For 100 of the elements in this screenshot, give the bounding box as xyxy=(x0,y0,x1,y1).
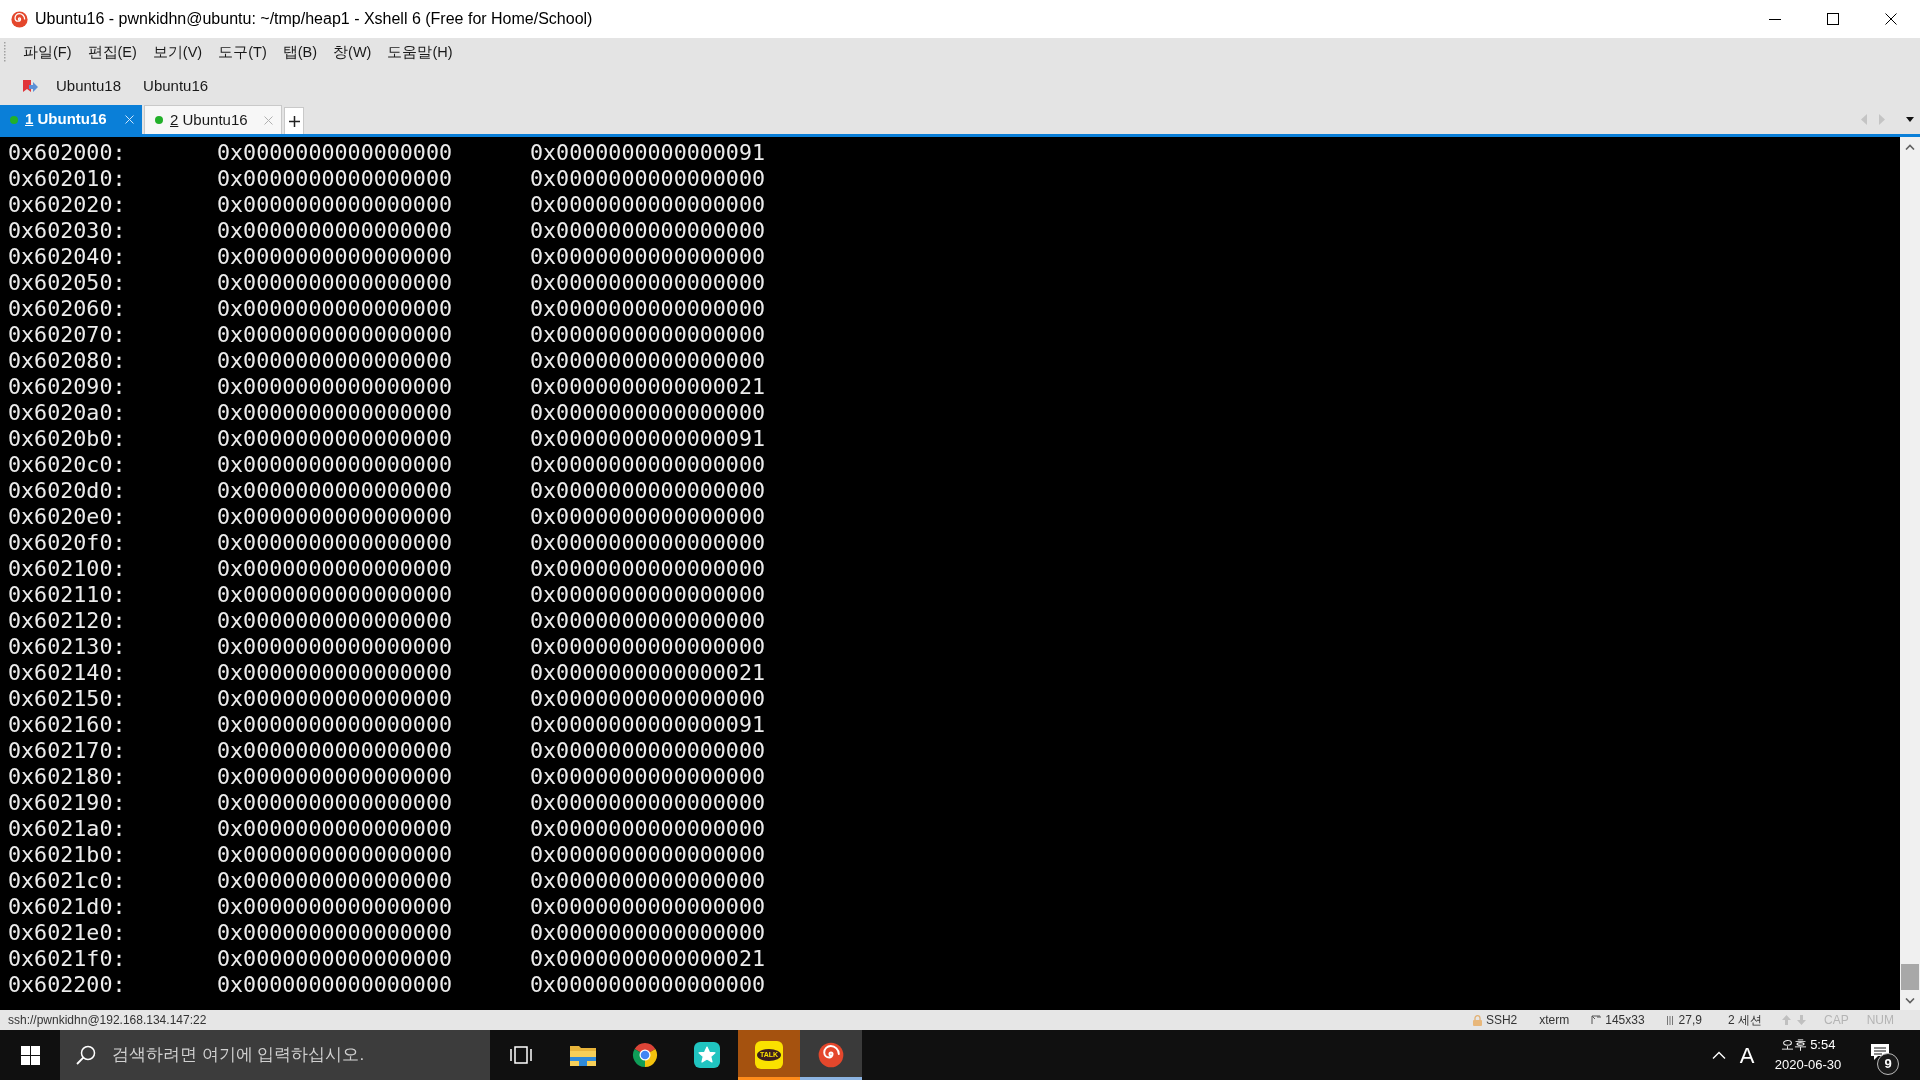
cursor-position-icon xyxy=(1666,1015,1674,1025)
memory-address: 0x602030: xyxy=(8,218,126,244)
tab[interactable]: 1 Ubuntu16 xyxy=(0,105,142,134)
memory-value: 0x0000000000000000 xyxy=(530,868,766,894)
search-field[interactable]: 검색하려면 여기에 입력하십시오. xyxy=(60,1030,490,1080)
memory-address: 0x602170: xyxy=(8,738,126,764)
memory-address: 0x602120: xyxy=(8,608,126,634)
memory-value: 0x0000000000000000 xyxy=(217,348,453,374)
memory-value: 0x0000000000000000 xyxy=(217,218,453,244)
memory-value: 0x0000000000000000 xyxy=(217,842,453,868)
memory-address: 0x6020a0: xyxy=(8,400,126,426)
memory-value: 0x0000000000000000 xyxy=(217,530,453,556)
clock-button[interactable]: 오후 5:54 2020-06-30 xyxy=(1764,1030,1852,1080)
memory-value: 0x0000000000000000 xyxy=(217,270,453,296)
memory-value: 0x0000000000000000 xyxy=(217,140,453,166)
memory-address: 0x6020b0: xyxy=(8,426,126,452)
memory-address: 0x602160: xyxy=(8,712,126,738)
search-icon xyxy=(76,1045,96,1065)
memory-value: 0x0000000000000000 xyxy=(217,972,453,998)
memory-value: 0x0000000000000000 xyxy=(530,920,766,946)
swirl-icon xyxy=(818,1042,844,1068)
browser-icon xyxy=(632,1042,658,1068)
memory-value: 0x0000000000000000 xyxy=(530,972,766,998)
memory-value: 0x0000000000000091 xyxy=(530,712,766,738)
memory-address: 0x602150: xyxy=(8,686,126,712)
chevron-down-icon[interactable] xyxy=(1905,998,1915,1004)
memory-value: 0x0000000000000000 xyxy=(530,244,766,270)
memory-address: 0x602020: xyxy=(8,192,126,218)
flag-arrow-icon[interactable] xyxy=(22,78,39,95)
memory-value: 0x0000000000000000 xyxy=(530,556,766,582)
memory-address: 0x602180: xyxy=(8,764,126,790)
memory-address: 0x6021e0: xyxy=(8,920,126,946)
memory-value: 0x0000000000000000 xyxy=(530,634,766,660)
memory-address: 0x6021d0: xyxy=(8,894,126,920)
menu-item[interactable]: 창(W) xyxy=(325,39,380,67)
memory-value: 0x0000000000000000 xyxy=(530,738,766,764)
menu-item[interactable]: 파일(F) xyxy=(15,39,80,67)
menu-item[interactable]: 도구(T) xyxy=(210,39,275,67)
tab[interactable]: 2 Ubuntu16 xyxy=(144,105,282,134)
memory-value: 0x0000000000000000 xyxy=(217,634,453,660)
folder-icon xyxy=(570,1044,596,1066)
new-tab-button[interactable] xyxy=(284,107,304,134)
plus-icon xyxy=(288,115,300,127)
minimize-icon xyxy=(1769,18,1781,20)
terminal-type-label: xterm xyxy=(1539,1012,1570,1029)
memory-value: 0x0000000000000000 xyxy=(530,322,766,348)
memory-value: 0x0000000000000000 xyxy=(530,504,766,530)
memory-value: 0x0000000000000000 xyxy=(217,452,453,478)
memory-value: 0x0000000000000000 xyxy=(217,582,453,608)
taskbar-app-button[interactable] xyxy=(800,1030,862,1080)
session-link[interactable]: Ubuntu16 xyxy=(135,73,217,100)
session-link[interactable]: Ubuntu18 xyxy=(48,73,130,100)
memory-address: 0x602010: xyxy=(8,166,126,192)
menu-item[interactable]: 탭(B) xyxy=(274,39,326,67)
task-view-icon xyxy=(510,1046,532,1064)
memory-value: 0x0000000000000000 xyxy=(530,478,766,504)
memory-value: 0x0000000000000000 xyxy=(217,296,453,322)
memory-address: 0x602190: xyxy=(8,790,126,816)
menu-item[interactable]: 편집(E) xyxy=(79,39,145,67)
memory-value: 0x0000000000000000 xyxy=(530,166,766,192)
memory-value: 0x0000000000000000 xyxy=(217,374,453,400)
memory-value: 0x0000000000000000 xyxy=(217,556,453,582)
memory-address: 0x602100: xyxy=(8,556,126,582)
memory-value: 0x0000000000000000 xyxy=(530,192,766,218)
scrollbar[interactable] xyxy=(1900,137,1920,1010)
memory-value: 0x0000000000000000 xyxy=(217,790,453,816)
memory-value: 0x0000000000000000 xyxy=(530,400,766,426)
memory-address: 0x602050: xyxy=(8,270,126,296)
memory-address: 0x602000: xyxy=(8,140,126,166)
swirl-icon xyxy=(10,10,28,28)
memory-address: 0x6020f0: xyxy=(8,530,126,556)
input-method-button[interactable]: A xyxy=(1732,1030,1762,1080)
memory-address: 0x6021b0: xyxy=(8,842,126,868)
lock-icon xyxy=(1472,1014,1482,1026)
maximize-icon xyxy=(1827,13,1839,25)
memory-address: 0x6021a0: xyxy=(8,816,126,842)
notification-badge: 9 xyxy=(1877,1053,1899,1075)
memory-value: 0x0000000000000091 xyxy=(530,140,766,166)
resize-icon xyxy=(1591,1015,1602,1025)
memory-value: 0x0000000000000000 xyxy=(530,686,766,712)
chevron-up-icon[interactable] xyxy=(1905,144,1915,150)
memory-value: 0x0000000000000000 xyxy=(217,764,453,790)
memory-value: 0x0000000000000000 xyxy=(217,192,453,218)
menu-item[interactable]: 보기(V) xyxy=(144,39,211,67)
menu-item[interactable]: 도움말(H) xyxy=(379,39,461,67)
memory-value: 0x0000000000000021 xyxy=(530,946,766,972)
terminal-size-label: 145x33 xyxy=(1605,1012,1645,1029)
notification-button[interactable]: 9 xyxy=(1856,1030,1904,1080)
memory-value: 0x0000000000000000 xyxy=(530,296,766,322)
memory-value: 0x0000000000000000 xyxy=(217,660,453,686)
scrollbar-thumb[interactable] xyxy=(1901,964,1919,990)
dropdown-icon[interactable] xyxy=(1906,117,1914,122)
memory-address: 0x602080: xyxy=(8,348,126,374)
memory-value: 0x0000000000000000 xyxy=(217,686,453,712)
upload-arrow-icon xyxy=(1782,1015,1791,1025)
memory-address: 0x602140: xyxy=(8,660,126,686)
memory-value: 0x0000000000000000 xyxy=(217,504,453,530)
close-icon[interactable] xyxy=(264,115,273,125)
memory-value: 0x0000000000000000 xyxy=(217,400,453,426)
chevron-up-icon xyxy=(1712,1051,1726,1059)
